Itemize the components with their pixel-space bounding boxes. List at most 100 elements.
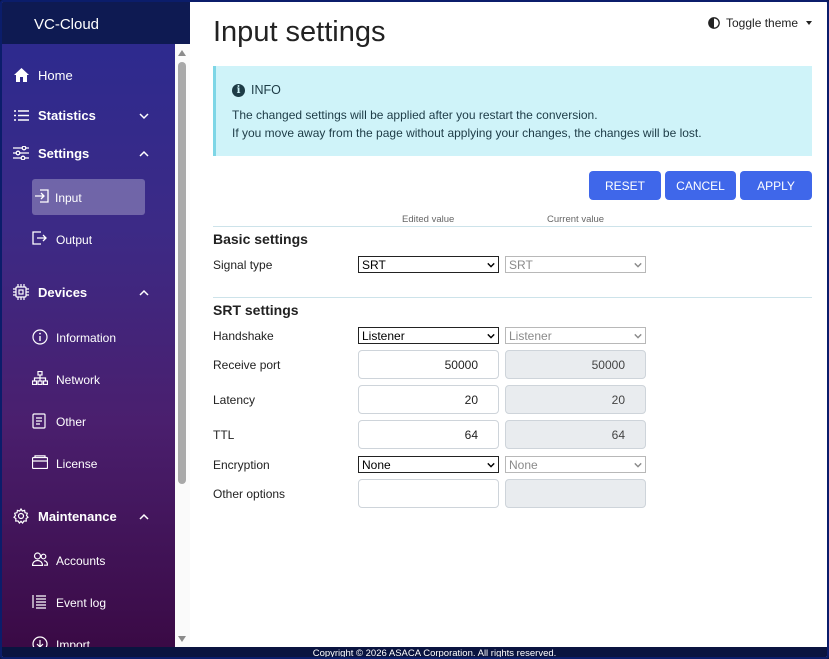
sidebar-item-accounts[interactable]: Accounts [2,542,175,578]
sidebar-scrollbar[interactable] [175,44,190,647]
chevron-down-icon [634,262,642,268]
output-icon [32,231,48,247]
info-circle-icon [32,329,48,345]
chevron-down-icon [487,262,495,268]
sidebar-item-network[interactable]: Network [2,361,175,397]
handshake-current: Listener [505,327,646,344]
encryption-select[interactable]: None [358,456,499,473]
scroll-down-icon[interactable] [178,636,186,642]
main-content: Input settings Toggle theme i INFO The c… [190,2,827,647]
ttl-input[interactable]: 64 [358,420,499,449]
sidebar-item-maintenance[interactable]: Maintenance [2,498,175,534]
network-icon [31,370,49,387]
sidebar-item-license[interactable]: License [2,445,175,481]
footer: Copyright © 2026 ASACA Corporation. All … [2,647,827,659]
apply-button[interactable]: APPLY [740,171,812,200]
sidebar-item-label: Accounts [56,554,106,568]
info-heading: i INFO [232,83,281,97]
sidebar-item-label: Maintenance [38,509,117,524]
encryption-current: None [505,456,646,473]
reset-button[interactable]: RESET [589,171,661,200]
handshake-select[interactable]: Listener [358,327,499,344]
sidebar-item-information[interactable]: Information [2,319,175,355]
chevron-up-icon [139,510,149,520]
other-options-input[interactable] [358,479,499,508]
import-icon [32,636,48,647]
label-other-options: Other options [213,487,286,501]
label-handshake: Handshake [213,329,274,343]
encryption-current-value: None [509,458,538,472]
other-options-current [505,479,646,508]
sidebar-item-label: License [56,457,98,471]
label-receive-port: Receive port [213,358,281,372]
document-icon [32,413,48,429]
chevron-down-icon [139,109,149,120]
sidebar-item-label: Information [56,331,117,345]
divider [213,297,812,298]
chevron-down-icon [487,333,495,339]
theme-toggle-label: Toggle theme [726,16,799,30]
wallet-icon [31,455,49,471]
caret-down-icon [806,21,813,25]
chevron-up-icon [139,286,149,296]
sidebar-item-label: Settings [38,146,90,161]
sidebar-item-label: Devices [38,285,88,300]
chevron-down-icon [634,462,642,468]
sidebar-item-import[interactable]: Import [2,626,175,647]
label-latency: Latency [213,393,256,407]
input-icon [34,189,50,205]
copyright-text: Copyright © 2026 ASACA Corporation. All … [312,648,557,659]
theme-toggle-button[interactable]: Toggle theme [708,16,813,30]
signal-type-value: SRT [362,258,386,272]
latency-input[interactable]: 20 [358,385,499,414]
handshake-current-value: Listener [509,329,552,343]
label-signal-type: Signal type [213,258,273,272]
chevron-up-icon [139,147,149,157]
receive-port-input[interactable]: 50000 [358,350,499,379]
sidebar-item-statistics[interactable]: Statistics [2,97,175,133]
chip-icon [13,284,29,300]
sidebar: VC-Cloud Home Statistics Settings Input … [2,2,190,647]
column-header-edited: Edited value [402,214,455,225]
sidebar-item-label: Output [56,233,93,247]
ttl-current: 64 [505,420,646,449]
brand-title[interactable]: VC-Cloud [2,2,190,44]
sidebar-item-input[interactable]: Input [32,179,145,215]
label-encryption: Encryption [213,458,270,472]
receive-port-current: 50000 [505,350,646,379]
sidebar-item-label: Event log [56,596,107,610]
sidebar-item-devices[interactable]: Devices [2,274,175,310]
contrast-icon [708,17,720,29]
scroll-up-icon[interactable] [178,50,186,56]
list-icon [13,107,29,123]
signal-type-select[interactable]: SRT [358,256,499,273]
page-title: Input settings [213,16,386,48]
latency-current: 20 [505,385,646,414]
scroll-thumb[interactable] [178,62,186,484]
handshake-value: Listener [362,329,405,343]
sidebar-item-label: Statistics [38,108,96,123]
sidebar-item-label: Home [38,68,73,83]
chevron-down-icon [487,462,495,468]
sidebar-item-output[interactable]: Output [2,221,175,257]
info-icon: i [232,83,245,97]
signal-type-current-value: SRT [509,258,533,272]
sidebar-item-event-log[interactable]: Event log [2,584,175,620]
sidebar-item-settings[interactable]: Settings [2,135,175,171]
section-title-srt: SRT settings [213,302,299,318]
encryption-value: None [362,458,391,472]
cancel-button[interactable]: CANCEL [665,171,736,200]
users-icon [31,552,49,568]
info-line-1: The changed settings will be applied aft… [232,108,598,122]
app-window: VC-Cloud Home Statistics Settings Input … [0,0,829,659]
sidebar-item-home[interactable]: Home [2,57,175,93]
chevron-down-icon [634,333,642,339]
section-title-basic: Basic settings [213,231,308,247]
gear-icon [13,508,29,524]
info-line-2: If you move away from the page without a… [232,126,702,140]
sidebar-item-label: Network [56,373,101,387]
divider [213,226,812,227]
sidebar-item-other[interactable]: Other [2,403,175,439]
column-header-current: Current value [547,214,605,225]
sidebar-item-label: Import [56,638,91,647]
